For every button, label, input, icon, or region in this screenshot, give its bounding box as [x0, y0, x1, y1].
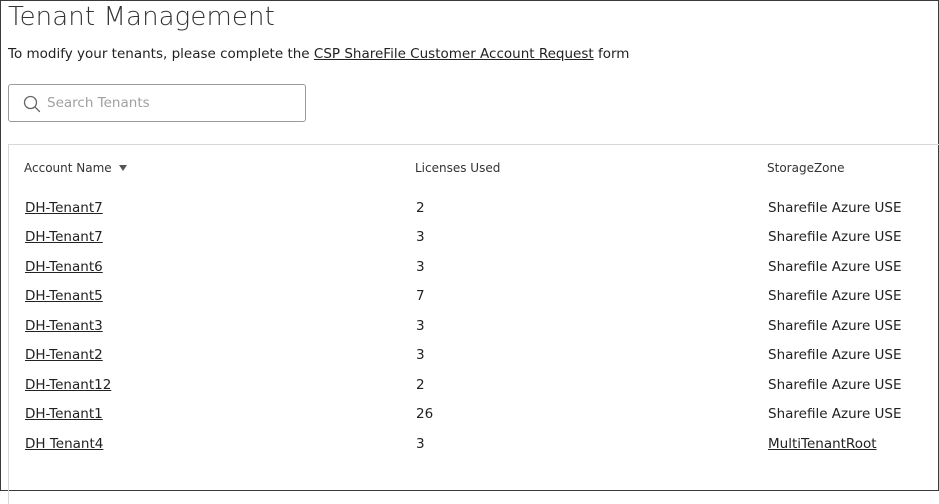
- search-icon: [23, 95, 41, 113]
- table-row: DH-Tenant12 2 Sharefile Azure USE: [9, 377, 939, 401]
- licenses-used-value: 3: [416, 318, 425, 334]
- licenses-used-value: 26: [416, 406, 434, 422]
- table-row: DH-Tenant5 7 Sharefile Azure USE: [9, 288, 939, 312]
- account-name-link[interactable]: DH-Tenant7: [25, 200, 103, 216]
- storagezone-value: Sharefile Azure USE: [768, 288, 902, 304]
- subtitle-suffix: form: [593, 46, 630, 62]
- page-title: Tenant Management: [8, 2, 275, 32]
- account-name-link[interactable]: DH Tenant4: [25, 436, 103, 452]
- licenses-used-value: 7: [416, 288, 425, 304]
- account-name-link[interactable]: DH-Tenant2: [25, 347, 103, 363]
- account-name-link[interactable]: DH-Tenant7: [25, 229, 103, 245]
- licenses-used-value: 2: [416, 200, 425, 216]
- licenses-used-value: 3: [416, 259, 425, 275]
- column-header-storagezone: StorageZone: [767, 161, 845, 175]
- licenses-used-value: 3: [416, 436, 425, 452]
- table-row: DH-Tenant7 2 Sharefile Azure USE: [9, 200, 939, 224]
- column-header-licenses-used: Licenses Used: [415, 161, 501, 175]
- account-name-link[interactable]: DH-Tenant12: [25, 377, 111, 393]
- search-input[interactable]: [47, 85, 297, 121]
- table-row: DH-Tenant3 3 Sharefile Azure USE: [9, 318, 939, 342]
- licenses-used-value: 2: [416, 377, 425, 393]
- account-name-link[interactable]: DH-Tenant6: [25, 259, 103, 275]
- caret-down-icon: [118, 165, 127, 171]
- column-header-label: Account Name: [24, 161, 112, 175]
- table-row: DH-Tenant6 3 Sharefile Azure USE: [9, 259, 939, 283]
- page-subtitle: To modify your tenants, please complete …: [8, 46, 629, 62]
- csp-request-link[interactable]: CSP ShareFile Customer Account Request: [314, 46, 594, 62]
- account-name-link[interactable]: DH-Tenant1: [25, 406, 103, 422]
- storagezone-value: Sharefile Azure USE: [768, 377, 902, 393]
- table-row: DH-Tenant7 3 Sharefile Azure USE: [9, 229, 939, 253]
- subtitle-prefix: To modify your tenants, please complete …: [8, 46, 314, 62]
- column-header-account-name[interactable]: Account Name: [24, 161, 127, 175]
- licenses-used-value: 3: [416, 347, 425, 363]
- table-row: DH Tenant4 3 MultiTenantRoot: [9, 436, 939, 460]
- storagezone-value: Sharefile Azure USE: [768, 318, 902, 334]
- storagezone-link[interactable]: MultiTenantRoot: [768, 436, 877, 452]
- storagezone-value: Sharefile Azure USE: [768, 229, 902, 245]
- licenses-used-value: 3: [416, 229, 425, 245]
- search-box[interactable]: [8, 84, 306, 122]
- storagezone-value: Sharefile Azure USE: [768, 259, 902, 275]
- table-row: DH-Tenant2 3 Sharefile Azure USE: [9, 347, 939, 371]
- account-name-link[interactable]: DH-Tenant3: [25, 318, 103, 334]
- storagezone-value: Sharefile Azure USE: [768, 200, 902, 216]
- storagezone-value: Sharefile Azure USE: [768, 406, 902, 422]
- account-name-link[interactable]: DH-Tenant5: [25, 288, 103, 304]
- tenants-table: Account Name Licenses Used StorageZone D…: [8, 144, 939, 504]
- storagezone-value: Sharefile Azure USE: [768, 347, 902, 363]
- table-row: DH-Tenant1 26 Sharefile Azure USE: [9, 406, 939, 430]
